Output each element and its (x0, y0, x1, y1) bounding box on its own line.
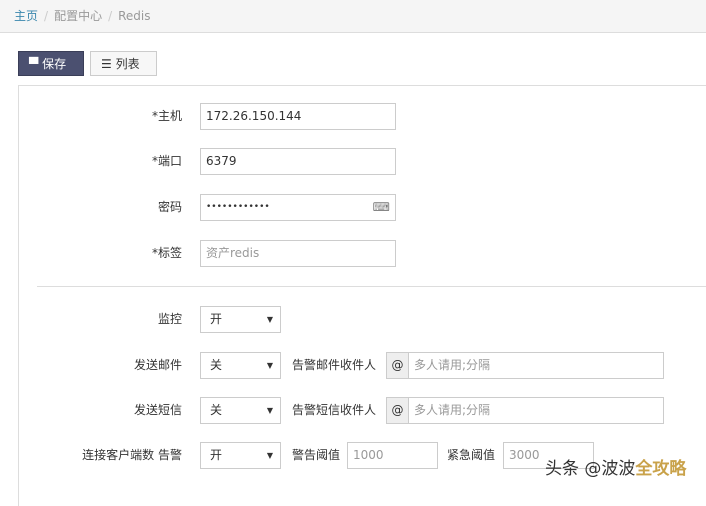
save-label: 保存 (42, 57, 67, 71)
sms-recipient-input[interactable]: 多人请用;分隔 (408, 397, 664, 424)
list-label: 列表 (115, 57, 140, 71)
divider (37, 286, 706, 287)
email-select[interactable]: 关 ▼ (200, 352, 281, 379)
list-button[interactable]: ☰ 列表 (90, 51, 157, 76)
list-icon: ☰ (101, 57, 112, 71)
crit-threshold-label: 紧急阈值 (447, 448, 496, 462)
watermark: 头条 @波波全攻略 (545, 454, 686, 479)
sms-recipient-label: 告警短信收件人 (292, 403, 377, 417)
monitor-label: 监控 (157, 312, 182, 326)
password-value: •••••••••••• (206, 202, 270, 212)
breadcrumb-config[interactable]: 配置中心 (54, 9, 102, 23)
port-input[interactable]: 6379 (200, 148, 396, 175)
watermark-text: 头条 @波波 (545, 459, 636, 479)
keyboard-icon[interactable]: ⌨ (373, 195, 390, 220)
email-label: 发送邮件 (133, 358, 182, 372)
watermark-highlight: 全攻略 (635, 459, 687, 479)
at-icon: @ (386, 397, 409, 424)
password-label: 密码 (157, 200, 182, 214)
email-value: 关 (210, 358, 223, 372)
sms-value: 关 (210, 403, 223, 417)
save-icon: ▀ (29, 57, 39, 71)
host-label: *主机 (151, 109, 182, 123)
caret-down-icon: ▼ (266, 315, 273, 324)
caret-down-icon: ▼ (266, 451, 273, 460)
sms-label: 发送短信 (133, 403, 182, 417)
email-recipient-label: 告警邮件收件人 (292, 358, 377, 372)
breadcrumb-current: Redis (118, 9, 151, 23)
warn-threshold-label: 警告阈值 (292, 448, 341, 462)
host-input[interactable]: 172.26.150.144 (200, 103, 396, 130)
email-recipient-input[interactable]: 多人请用;分隔 (408, 352, 664, 379)
at-icon: @ (386, 352, 409, 379)
monitor-select[interactable]: 开 ▼ (200, 306, 281, 333)
clients-select[interactable]: 开 ▼ (200, 442, 281, 469)
caret-down-icon: ▼ (266, 406, 273, 415)
save-button[interactable]: ▀ 保存 (18, 51, 84, 76)
sms-select[interactable]: 关 ▼ (200, 397, 281, 424)
warn-threshold-input[interactable]: 1000 (347, 442, 438, 469)
password-input[interactable]: •••••••••••• ⌨ (200, 194, 396, 221)
port-label: *端口 (151, 154, 182, 168)
breadcrumb-home[interactable]: 主页 (14, 9, 38, 23)
clients-label: 连接客户端数 告警 (82, 448, 182, 462)
tag-input[interactable]: 资产redis (200, 240, 396, 267)
clients-value: 开 (210, 448, 223, 462)
breadcrumb: 主页 / 配置中心 / Redis (0, 0, 706, 33)
tag-label: *标签 (151, 246, 182, 260)
monitor-value: 开 (210, 312, 223, 326)
caret-down-icon: ▼ (266, 361, 273, 370)
